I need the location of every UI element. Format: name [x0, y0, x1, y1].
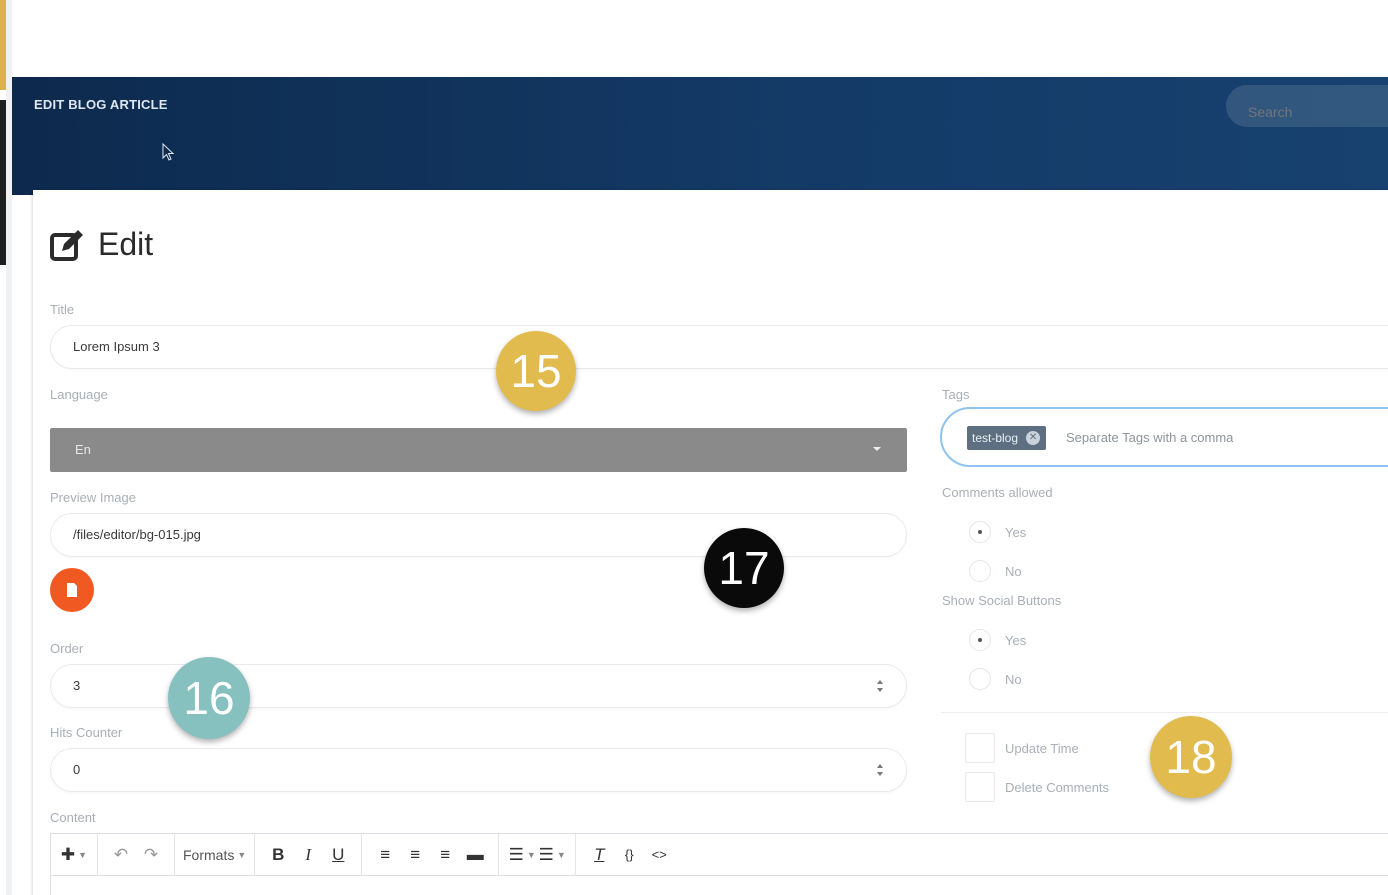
hits-counter-label: Hits Counter: [50, 725, 123, 740]
italic-icon[interactable]: I: [293, 840, 323, 870]
order-value: 3: [73, 678, 81, 693]
callout-badge-16: 16: [168, 657, 250, 739]
social-no-radio[interactable]: [969, 668, 991, 690]
hits-counter-value: 0: [73, 762, 81, 777]
comments-yes-radio[interactable]: [969, 521, 991, 543]
toolbar-group-misc: T {} <>: [576, 834, 682, 876]
tags-input[interactable]: test-blog ✕ Separate Tags with a comma: [940, 407, 1388, 467]
divider: [941, 712, 1388, 713]
title-input[interactable]: Lorem Ipsum 3: [50, 325, 1388, 369]
formats-label: Formats: [183, 846, 235, 863]
caret-down-icon: [873, 447, 881, 451]
numbered-list-icon[interactable]: ☰ ▼: [537, 840, 567, 870]
align-right-icon[interactable]: ≡: [430, 840, 460, 870]
delete-comments-label: Delete Comments: [1005, 780, 1110, 795]
editor-toolbar: ✚ ▼ ↶ ↷ Formats ▼ B I U ≡ ≡ ≡ ▬ ☰ ▼ ☰ ▼ …: [50, 833, 1388, 876]
social-yes-label: Yes: [1005, 633, 1027, 648]
insert-button[interactable]: ✚ ▼: [59, 840, 89, 870]
align-center-icon[interactable]: ≡: [400, 840, 430, 870]
comments-no-radio[interactable]: [969, 560, 991, 582]
redo-icon[interactable]: ↷: [136, 840, 166, 870]
top-header: EDIT BLOG ARTICLE: [12, 77, 1388, 195]
caret-down-icon: ▼: [78, 849, 88, 860]
title-label: Title: [50, 302, 75, 317]
search-input[interactable]: [1226, 85, 1388, 127]
language-label: Language: [50, 387, 108, 402]
social-buttons-label: Show Social Buttons: [942, 593, 1062, 608]
tag-chip: test-blog ✕: [967, 426, 1047, 450]
order-label: Order: [50, 641, 84, 656]
undo-icon[interactable]: ↶: [106, 840, 136, 870]
spinner-icon[interactable]: [876, 677, 884, 695]
file-browse-button[interactable]: [50, 568, 94, 612]
toolbar-group-align: ≡ ≡ ≡ ▬: [362, 833, 500, 876]
comments-yes-label: Yes: [1005, 525, 1027, 540]
app-window: EDIT BLOG ARTICLE Edit Title Lorem Ipsum…: [0, 0, 1388, 895]
language-select[interactable]: En: [50, 428, 907, 472]
edit-icon: [50, 229, 83, 261]
language-value: En: [75, 442, 91, 457]
formats-dropdown[interactable]: Formats ▼: [183, 840, 246, 870]
comments-no-label: No: [1005, 564, 1022, 579]
callout-badge-17: 17: [704, 528, 784, 608]
tags-placeholder: Separate Tags with a comma: [1066, 430, 1234, 445]
delete-comments-checkbox[interactable]: [965, 772, 995, 802]
caret-down-icon: ▼: [556, 849, 566, 860]
social-yes-radio[interactable]: [969, 629, 991, 651]
mouse-cursor-icon: [162, 143, 175, 161]
preview-image-label: Preview Image: [50, 490, 136, 505]
toolbar-group-formats: Formats ▼: [175, 833, 256, 876]
underline-icon[interactable]: U: [323, 840, 353, 870]
toolbar-group-history: ↶ ↷: [98, 833, 175, 876]
comments-allowed-label: Comments allowed: [942, 485, 1053, 500]
callout-badge-18: 18: [1150, 716, 1232, 798]
code-block-icon[interactable]: {}: [614, 840, 644, 870]
content-label: Content: [50, 810, 96, 825]
update-time-checkbox[interactable]: [965, 733, 995, 763]
bold-icon[interactable]: B: [263, 840, 293, 870]
source-code-icon[interactable]: <>: [644, 840, 674, 870]
tag-chip-label: test-blog: [972, 431, 1019, 445]
toolbar-group-text: B I U: [255, 833, 363, 876]
callout-badge-15: 15: [496, 331, 576, 411]
header-title: EDIT BLOG ARTICLE: [34, 97, 168, 112]
update-time-label: Update Time: [1005, 741, 1079, 756]
bullet-list-icon[interactable]: ☰ ▼: [507, 840, 537, 870]
edit-heading: Edit: [50, 226, 153, 263]
file-icon: [67, 583, 77, 597]
toolbar-group-insert: ✚ ▼: [51, 833, 98, 876]
page-title: Edit: [98, 226, 154, 262]
caret-down-icon: ▼: [237, 849, 247, 860]
caret-down-icon: ▼: [526, 849, 536, 860]
social-no-label: No: [1005, 672, 1022, 687]
hits-counter-input[interactable]: 0: [50, 748, 907, 792]
toolbar-group-lists: ☰ ▼ ☰ ▼: [499, 833, 577, 876]
clear-format-icon[interactable]: T: [584, 840, 614, 870]
remove-tag-icon[interactable]: ✕: [1026, 431, 1041, 445]
align-left-icon[interactable]: ≡: [370, 840, 400, 870]
tags-label: Tags: [942, 387, 970, 402]
align-justify-icon[interactable]: ▬: [460, 840, 490, 870]
content-editor[interactable]: [50, 875, 1388, 895]
spinner-icon[interactable]: [876, 761, 884, 779]
